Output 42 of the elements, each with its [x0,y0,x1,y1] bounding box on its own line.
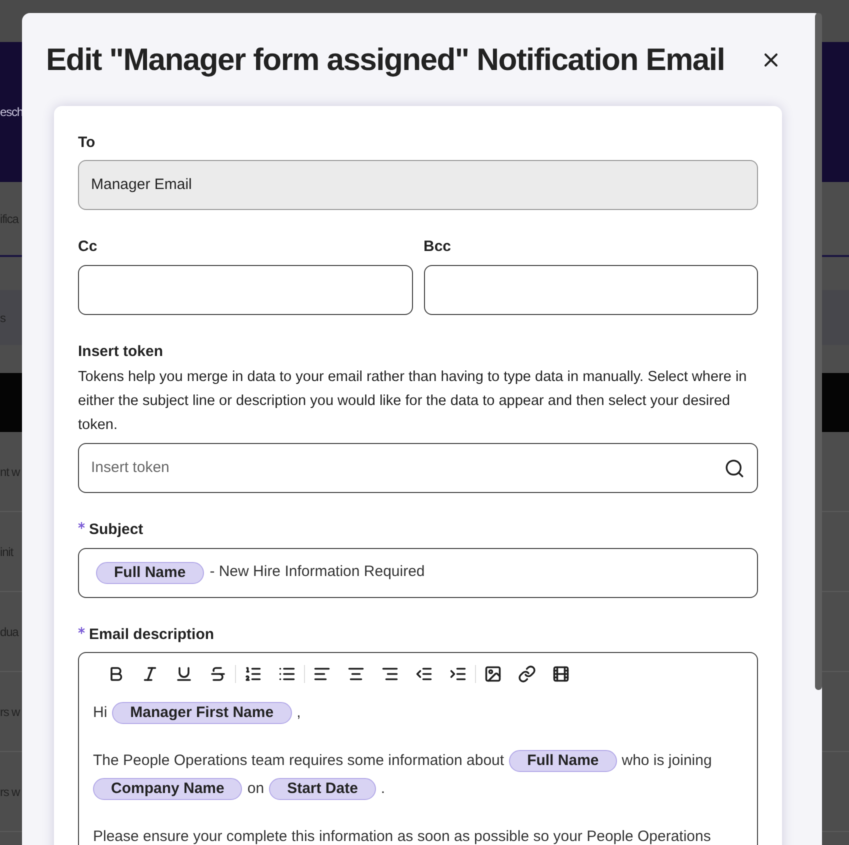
align-left-button[interactable] [313,665,331,683]
body-text: Hi [93,703,108,723]
image-button[interactable] [484,665,502,683]
field-label: Subject [89,520,144,540]
token-chip[interactable]: Start Date [269,778,376,800]
body-text: on [247,779,264,799]
scrollbar-thumb[interactable] [815,13,822,690]
bullet-list-button[interactable] [278,665,296,683]
align-right-button[interactable] [381,665,399,683]
modal-title: Edit "Manager form assigned" Notification Email [46,41,725,79]
token-chip[interactable]: Full Name [96,562,204,584]
field-label: Bcc [424,237,452,257]
field-label: To [78,132,96,152]
link-button[interactable] [518,665,536,683]
body-text: . [380,779,386,799]
field-label: Cc [78,237,98,257]
help-text: Tokens help you merge in data to your email rather than having to type data in manually. Select where in either the subject line or description you would like for the data to appear and then select your desired token. [78,368,748,435]
numbered-list-button[interactable] [244,665,262,683]
underline-button[interactable] [175,665,193,683]
align-center-button[interactable] [347,665,365,683]
film-button[interactable] [552,665,570,683]
token-chip[interactable]: Full Name [509,750,617,772]
search-icon [724,458,745,478]
bcc-field[interactable] [424,264,758,314]
body-text: , [296,703,301,723]
field-label: Insert token [78,342,164,360]
strikethrough-button[interactable] [209,665,227,683]
body-text: who is joining [622,751,712,771]
body-text: The People Operations team requires some information about [93,751,504,771]
subject-field[interactable]: Full Name - New Hire Information Required [78,548,758,598]
token-search-field[interactable]: Insert token [78,443,758,493]
token-chip[interactable]: Manager First Name [112,702,292,724]
token-chip[interactable]: Company Name [93,778,242,800]
token-search-input[interactable]: Insert token [91,456,724,480]
email-editor[interactable] [78,652,758,845]
body-text: Please ensure your complete this information as soon as possible so your People Operations [93,827,711,845]
body-text: - New Hire Information Required [210,562,425,582]
cc-field[interactable] [78,264,412,314]
indent-button[interactable] [449,665,467,683]
outdent-button[interactable] [415,665,433,683]
italic-button[interactable] [141,665,159,683]
field-label: Email description [89,624,214,644]
